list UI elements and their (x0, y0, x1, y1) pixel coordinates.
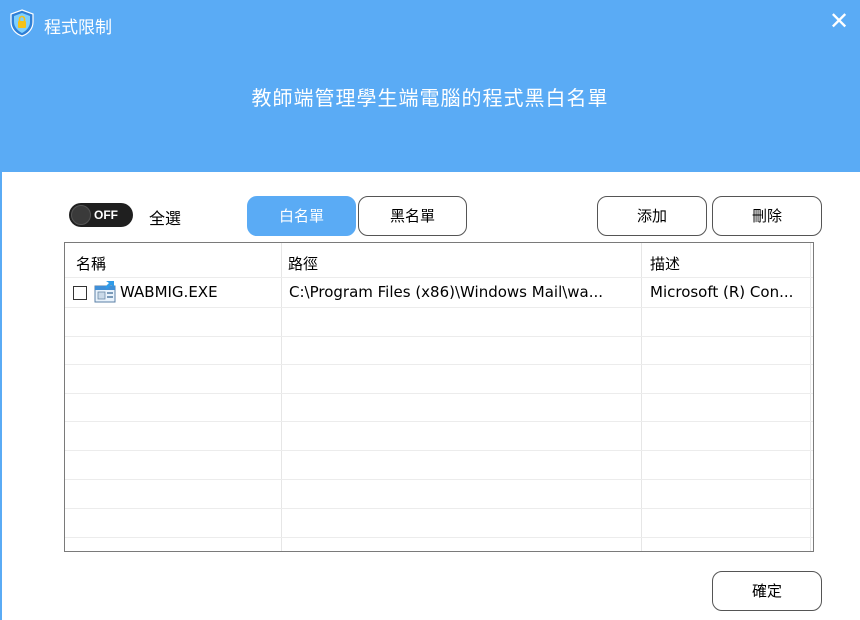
row-divider (65, 364, 813, 365)
window-border (0, 172, 2, 620)
window-title: 程式限制 (44, 18, 112, 38)
confirm-button[interactable]: 確定 (712, 571, 822, 611)
program-list-table[interactable]: 名稱 路徑 描述 WABMIG.EXE C:\Program Files (x8… (64, 242, 814, 552)
close-icon[interactable]: ✕ (826, 8, 852, 34)
select-all-toggle[interactable]: OFF (69, 203, 133, 227)
row-divider (65, 336, 813, 337)
blacklist-tab-button[interactable]: 黑名單 (358, 196, 467, 236)
whitelist-tab-button[interactable]: 白名單 (247, 196, 356, 236)
column-header-name[interactable]: 名稱 (76, 253, 106, 274)
page-subtitle: 教師端管理學生端電腦的程式黑白名單 (251, 86, 609, 110)
column-header-path[interactable]: 路徑 (288, 253, 318, 274)
row-divider (65, 307, 813, 308)
add-button[interactable]: 添加 (597, 196, 707, 236)
row-path: C:\Program Files (x86)\Windows Mail\wa..… (289, 283, 604, 301)
column-header-description[interactable]: 描述 (650, 253, 680, 274)
row-divider (65, 421, 813, 422)
executable-icon (94, 281, 116, 303)
column-divider (810, 243, 811, 551)
header-banner: 程式限制 ✕ 教師端管理學生端電腦的程式黑白名單 (0, 0, 860, 172)
row-divider (65, 479, 813, 480)
column-divider (641, 243, 642, 551)
row-checkbox[interactable] (73, 286, 87, 300)
row-divider (65, 450, 813, 451)
row-divider (65, 508, 813, 509)
row-name: WABMIG.EXE (120, 283, 218, 301)
column-divider (281, 243, 282, 551)
row-divider (65, 277, 813, 278)
row-divider (65, 393, 813, 394)
row-divider (65, 537, 813, 538)
toggle-knob (71, 205, 91, 225)
shield-lock-icon (10, 9, 34, 37)
delete-button[interactable]: 刪除 (712, 196, 822, 236)
toggle-state-label: OFF (94, 208, 118, 222)
row-description: Microsoft (R) Con... (650, 283, 794, 301)
select-all-label[interactable]: 全選 (149, 205, 181, 229)
